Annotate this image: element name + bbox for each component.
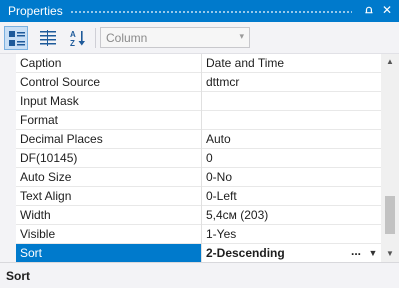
- property-value[interactable]: Date and Time: [202, 54, 381, 72]
- object-select[interactable]: Column ▾: [100, 27, 250, 48]
- property-name[interactable]: Visible: [16, 225, 201, 243]
- property-row[interactable]: Sort 2-Descending... ▼: [0, 244, 381, 262]
- property-value[interactable]: 1-Yes: [202, 225, 381, 243]
- property-name[interactable]: Decimal Places: [16, 130, 201, 148]
- row-gutter: [0, 206, 16, 225]
- properties-toolbar: A Z Column ▾: [0, 22, 399, 54]
- property-value-text: 0-No: [206, 170, 233, 184]
- property-grid: Caption Date and Time Control Source dttmcr…: [0, 54, 381, 262]
- description-title: Sort: [6, 269, 30, 283]
- property-row[interactable]: Auto Size 0-No: [0, 168, 381, 187]
- property-value-text: Date and Time: [206, 56, 285, 70]
- property-value[interactable]: 0-No: [202, 168, 381, 186]
- property-value[interactable]: 0-Left: [202, 187, 381, 205]
- property-value-text: 0-Left: [206, 189, 237, 203]
- scrollbar-thumb[interactable]: [385, 195, 395, 234]
- row-gutter: [0, 54, 16, 73]
- property-name[interactable]: DF(10145): [16, 149, 201, 167]
- property-row[interactable]: Format: [0, 111, 381, 130]
- row-gutter: [0, 92, 16, 111]
- property-value-text: 1-Yes: [206, 227, 237, 241]
- property-row[interactable]: Caption Date and Time: [0, 54, 381, 73]
- titlebar-grip: [70, 10, 352, 14]
- pin-icon[interactable]: ⩍: [362, 3, 376, 17]
- row-gutter: [0, 168, 16, 187]
- svg-text:Z: Z: [70, 39, 75, 47]
- chevron-down-icon: ▾: [239, 31, 244, 41]
- row-gutter: [0, 130, 16, 149]
- property-name[interactable]: Format: [16, 111, 201, 129]
- property-value-text: Auto: [206, 132, 231, 146]
- property-name[interactable]: Sort: [16, 244, 201, 262]
- property-value[interactable]: 5,4см (203): [202, 206, 381, 224]
- property-value-text: 0: [206, 151, 213, 165]
- svg-text:A: A: [70, 30, 76, 39]
- object-select-value: Column: [106, 31, 148, 45]
- dropdown-arrow-icon[interactable]: ▼: [366, 245, 380, 261]
- scroll-down-icon[interactable]: ▼: [381, 248, 399, 260]
- property-value[interactable]: [202, 111, 381, 129]
- sort-az-button[interactable]: A Z: [66, 26, 90, 50]
- property-value-text: 2-Descending: [206, 246, 285, 260]
- property-list-button[interactable]: [36, 26, 60, 50]
- ellipsis-button[interactable]: ...: [347, 245, 365, 261]
- property-value[interactable]: 0: [202, 149, 381, 167]
- categorized-icon: [9, 31, 25, 46]
- scroll-up-icon[interactable]: ▲: [381, 56, 399, 68]
- properties-titlebar[interactable]: Properties ⩍ ✕: [0, 0, 399, 22]
- property-row[interactable]: Width 5,4см (203): [0, 206, 381, 225]
- property-list-icon: [40, 30, 56, 46]
- categorized-button[interactable]: [4, 26, 28, 50]
- property-value-text: 5,4см (203): [206, 208, 269, 222]
- row-gutter: [0, 244, 16, 262]
- row-gutter: [0, 73, 16, 92]
- property-name[interactable]: Text Align: [16, 187, 201, 205]
- property-row[interactable]: Visible 1-Yes: [0, 225, 381, 244]
- property-name[interactable]: Control Source: [16, 73, 201, 91]
- property-value[interactable]: 2-Descending... ▼: [202, 244, 381, 262]
- close-icon[interactable]: ✕: [380, 3, 394, 17]
- property-value[interactable]: Auto: [202, 130, 381, 148]
- panel-title: Properties: [8, 4, 63, 18]
- property-value[interactable]: [202, 92, 381, 110]
- property-name[interactable]: Input Mask: [16, 92, 201, 110]
- row-gutter: [0, 149, 16, 168]
- property-row[interactable]: Decimal Places Auto: [0, 130, 381, 149]
- description-pane: Sort: [0, 262, 399, 288]
- property-row[interactable]: Input Mask: [0, 92, 381, 111]
- property-name[interactable]: Caption: [16, 54, 201, 72]
- row-gutter: [0, 225, 16, 244]
- property-value-text: dttmcr: [206, 75, 240, 89]
- row-gutter: [0, 111, 16, 130]
- property-name[interactable]: Width: [16, 206, 201, 224]
- property-name[interactable]: Auto Size: [16, 168, 201, 186]
- toolbar-separator: [95, 28, 96, 48]
- property-row[interactable]: Control Source dttmcr: [0, 73, 381, 92]
- vertical-scrollbar[interactable]: ▲ ▼: [381, 54, 399, 262]
- property-value[interactable]: dttmcr: [202, 73, 381, 91]
- row-gutter: [0, 187, 16, 206]
- sort-az-icon: A Z: [70, 30, 85, 47]
- property-row[interactable]: DF(10145) 0: [0, 149, 381, 168]
- property-row[interactable]: Text Align 0-Left: [0, 187, 381, 206]
